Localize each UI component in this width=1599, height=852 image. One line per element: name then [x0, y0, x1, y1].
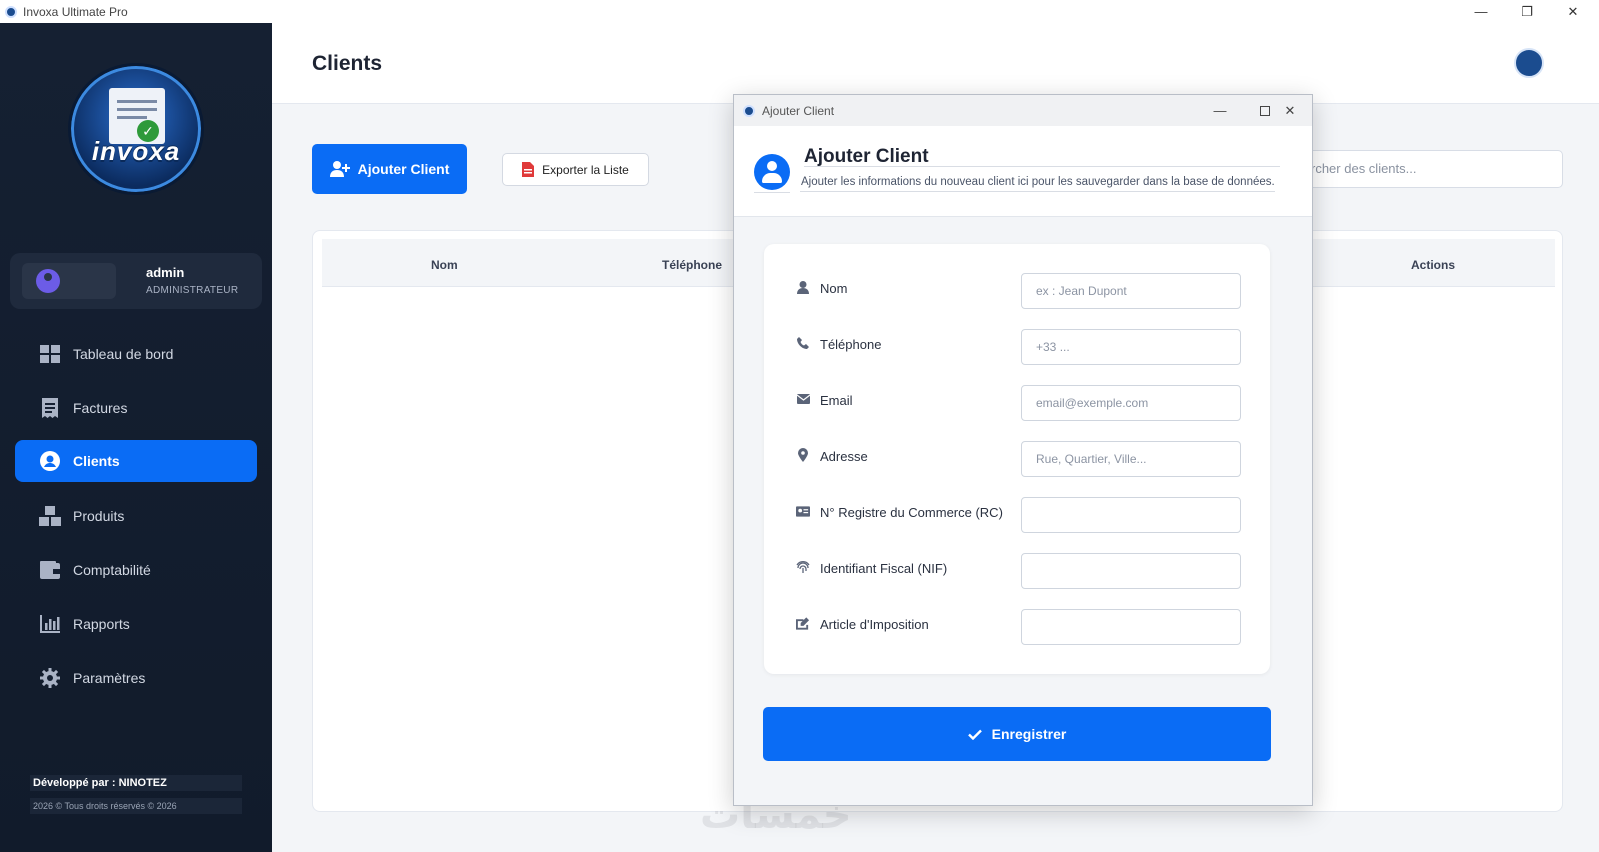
rc-field[interactable] — [1021, 497, 1241, 533]
phone-field[interactable]: +33 ... — [1021, 329, 1241, 365]
field-label-phone: Téléphone — [820, 337, 882, 352]
search-input[interactable]: rcher des clients... — [1270, 150, 1563, 188]
check-icon — [967, 729, 982, 740]
gear-icon — [39, 668, 61, 688]
user-icon — [754, 154, 790, 190]
field-label-email: Email — [820, 393, 853, 408]
map-pin-icon — [796, 448, 810, 462]
header-logo-icon[interactable] — [1514, 48, 1544, 78]
developer-credit: Développé par : NINOTEZ — [30, 775, 242, 791]
dialog-minimize-button[interactable]: — — [1198, 95, 1242, 126]
sidebar-item-label: Rapports — [73, 616, 130, 632]
field-label-address: Adresse — [820, 449, 868, 464]
column-header-name[interactable]: Nom — [431, 258, 458, 272]
divider — [804, 166, 1280, 167]
sidebar: ✓ invoxa admin ADMINISTRATEUR Tableau de… — [0, 23, 272, 852]
maximize-button[interactable]: ❐ — [1504, 0, 1550, 23]
sidebar-item-label: Tableau de bord — [73, 346, 174, 362]
client-form: Nom ex : Jean Dupont Téléphone +33 ... E… — [764, 244, 1270, 674]
page-title: Clients — [312, 52, 383, 75]
sidebar-item-label: Comptabilité — [73, 562, 151, 578]
user-name: admin — [146, 265, 185, 280]
field-label-rc: N° Registre du Commerce (RC) — [820, 505, 1003, 520]
user-card[interactable]: admin ADMINISTRATEUR — [10, 253, 262, 309]
app-logo-icon — [5, 5, 17, 18]
name-field[interactable]: ex : Jean Dupont — [1021, 273, 1241, 309]
sidebar-item-accounting[interactable]: Comptabilité — [15, 549, 257, 591]
sidebar-item-settings[interactable]: Paramètres — [15, 657, 257, 699]
invoxa-logo: ✓ invoxa — [68, 63, 204, 195]
close-button[interactable]: ✕ — [1550, 0, 1596, 23]
user-role: ADMINISTRATEUR — [146, 285, 239, 296]
copyright: 2026 © Tous droits réservés © 2026 — [30, 798, 242, 814]
add-client-dialog: Ajouter Client — ✕ Ajouter Client Ajoute… — [733, 94, 1313, 806]
address-field[interactable]: Rue, Quartier, Ville... — [1021, 441, 1241, 477]
person-icon — [796, 280, 810, 294]
divider — [754, 192, 790, 193]
save-label: Enregistrer — [991, 726, 1067, 742]
user-circle-icon — [39, 451, 61, 471]
field-label-name: Nom — [820, 281, 848, 296]
dialog-header: Ajouter Client Ajouter les informations … — [734, 126, 1312, 217]
signature-icon — [796, 616, 810, 630]
article-field[interactable] — [1021, 609, 1241, 645]
dialog-subtitle: Ajouter les informations du nouveau clie… — [800, 176, 1275, 192]
main-header — [272, 23, 1599, 104]
pdf-icon — [522, 162, 535, 177]
export-list-label: Exporter la Liste — [542, 162, 629, 177]
dashboard-icon — [39, 344, 61, 364]
save-button[interactable]: Enregistrer — [763, 707, 1271, 761]
add-client-button[interactable]: Ajouter Client — [312, 144, 467, 194]
dialog-close-button[interactable]: ✕ — [1268, 95, 1312, 126]
window-title-bar: Invoxa Ultimate Pro — [0, 0, 1599, 23]
column-header-phone[interactable]: Téléphone — [662, 258, 722, 272]
sidebar-item-invoices[interactable]: Factures — [15, 387, 257, 429]
sidebar-item-label: Factures — [73, 400, 128, 416]
sidebar-item-clients[interactable]: Clients — [15, 440, 257, 482]
sidebar-item-dashboard[interactable]: Tableau de bord — [15, 333, 257, 375]
app-logo-icon — [743, 104, 755, 117]
logo-text: invoxa — [91, 136, 181, 166]
envelope-icon — [796, 392, 810, 406]
user-plus-icon — [329, 161, 350, 177]
dialog-heading: Ajouter Client — [804, 146, 929, 167]
sidebar-item-reports[interactable]: Rapports — [15, 603, 257, 645]
field-label-nif: Identifiant Fiscal (NIF) — [820, 561, 948, 576]
email-field[interactable]: email@exemple.com — [1021, 385, 1241, 421]
boxes-icon — [39, 506, 61, 526]
field-label-article: Article d'Imposition — [820, 617, 929, 632]
sidebar-item-label: Clients — [73, 453, 120, 469]
id-card-icon — [796, 504, 810, 518]
avatar — [36, 269, 60, 293]
export-list-button[interactable]: Exporter la Liste — [502, 153, 649, 186]
phone-icon — [796, 336, 810, 350]
receipt-icon — [39, 398, 61, 418]
fingerprint-icon — [796, 560, 810, 574]
wallet-icon — [39, 560, 61, 580]
sidebar-item-label: Paramètres — [73, 670, 146, 686]
sidebar-item-products[interactable]: Produits — [15, 495, 257, 537]
minimize-button[interactable]: — — [1458, 0, 1504, 23]
nif-field[interactable] — [1021, 553, 1241, 589]
dialog-window-title: Ajouter Client — [762, 103, 835, 118]
chart-icon — [39, 614, 61, 634]
add-client-label: Ajouter Client — [357, 161, 450, 177]
window-title: Invoxa Ultimate Pro — [23, 4, 128, 19]
sidebar-item-label: Produits — [73, 508, 125, 524]
column-header-actions[interactable]: Actions — [1411, 258, 1455, 272]
